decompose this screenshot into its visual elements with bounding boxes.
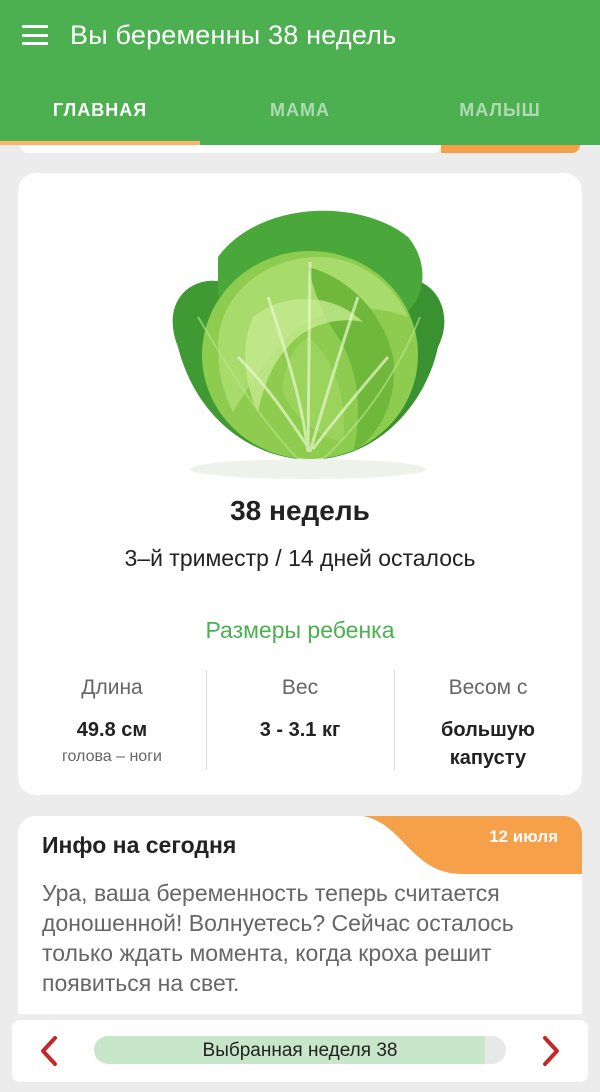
tab-bar: ГЛАВНАЯ МАМА МАЛЫШ xyxy=(0,90,600,145)
stat-comparison-value: большую капусту xyxy=(441,719,535,769)
stat-length-value: 49.8 см xyxy=(76,719,148,741)
card-peek-accent xyxy=(441,145,580,153)
selected-week-label: Выбранная неделя 38 xyxy=(202,1040,398,1061)
baby-sizes-title: Размеры ребенка xyxy=(205,617,395,643)
info-text: Ура, ваша беременность теперь считается … xyxy=(42,880,514,996)
trimester-text: 3–й триместр / 14 дней осталось xyxy=(124,545,476,571)
tab-baby[interactable]: МАЛЫШ xyxy=(400,90,600,145)
app-bar: Вы беременны 38 недель ГЛАВНАЯ МАМА МАЛЫ… xyxy=(0,0,600,145)
stat-length-sub: голова – ноги xyxy=(62,748,162,765)
info-card: Инфо на сегодня 12 июля Ура, ваша береме… xyxy=(18,816,582,1014)
stat-length-label: Длина xyxy=(81,676,143,699)
tab-mom[interactable]: МАМА xyxy=(200,90,400,145)
stat-weight: Вес 3 - 3.1 кг xyxy=(206,670,394,744)
week-title: 38 недель xyxy=(230,495,370,526)
tab-main[interactable]: ГЛАВНАЯ xyxy=(0,90,200,145)
page-title: Вы беременны 38 недель xyxy=(70,20,397,50)
date-badge: 12 июля xyxy=(362,816,582,874)
chevron-left-icon[interactable] xyxy=(32,1033,68,1069)
info-title: Инфо на сегодня xyxy=(42,832,237,858)
stat-comparison-label: Весом с xyxy=(448,676,528,699)
stat-length: Длина 49.8 см голова – ноги xyxy=(18,670,206,766)
stat-weight-value: 3 - 3.1 кг xyxy=(259,719,341,741)
week-selector-bar: Выбранная неделя 38 xyxy=(12,1020,588,1082)
card-peek xyxy=(20,145,441,153)
date-text: 12 июля xyxy=(489,827,558,846)
week-card: 38 недель 3–й триместр / 14 дней осталос… xyxy=(18,173,582,795)
baby-stats: Длина 49.8 см голова – ноги Вес 3 - 3.1 … xyxy=(18,670,582,775)
cabbage-image xyxy=(158,197,458,487)
chevron-right-icon[interactable] xyxy=(532,1033,568,1069)
stat-comparison: Весом с большую капусту xyxy=(394,670,582,772)
week-progress-bar[interactable]: Выбранная неделя 38 xyxy=(94,1036,506,1064)
menu-icon[interactable] xyxy=(22,25,48,45)
stat-weight-label: Вес xyxy=(281,676,319,699)
